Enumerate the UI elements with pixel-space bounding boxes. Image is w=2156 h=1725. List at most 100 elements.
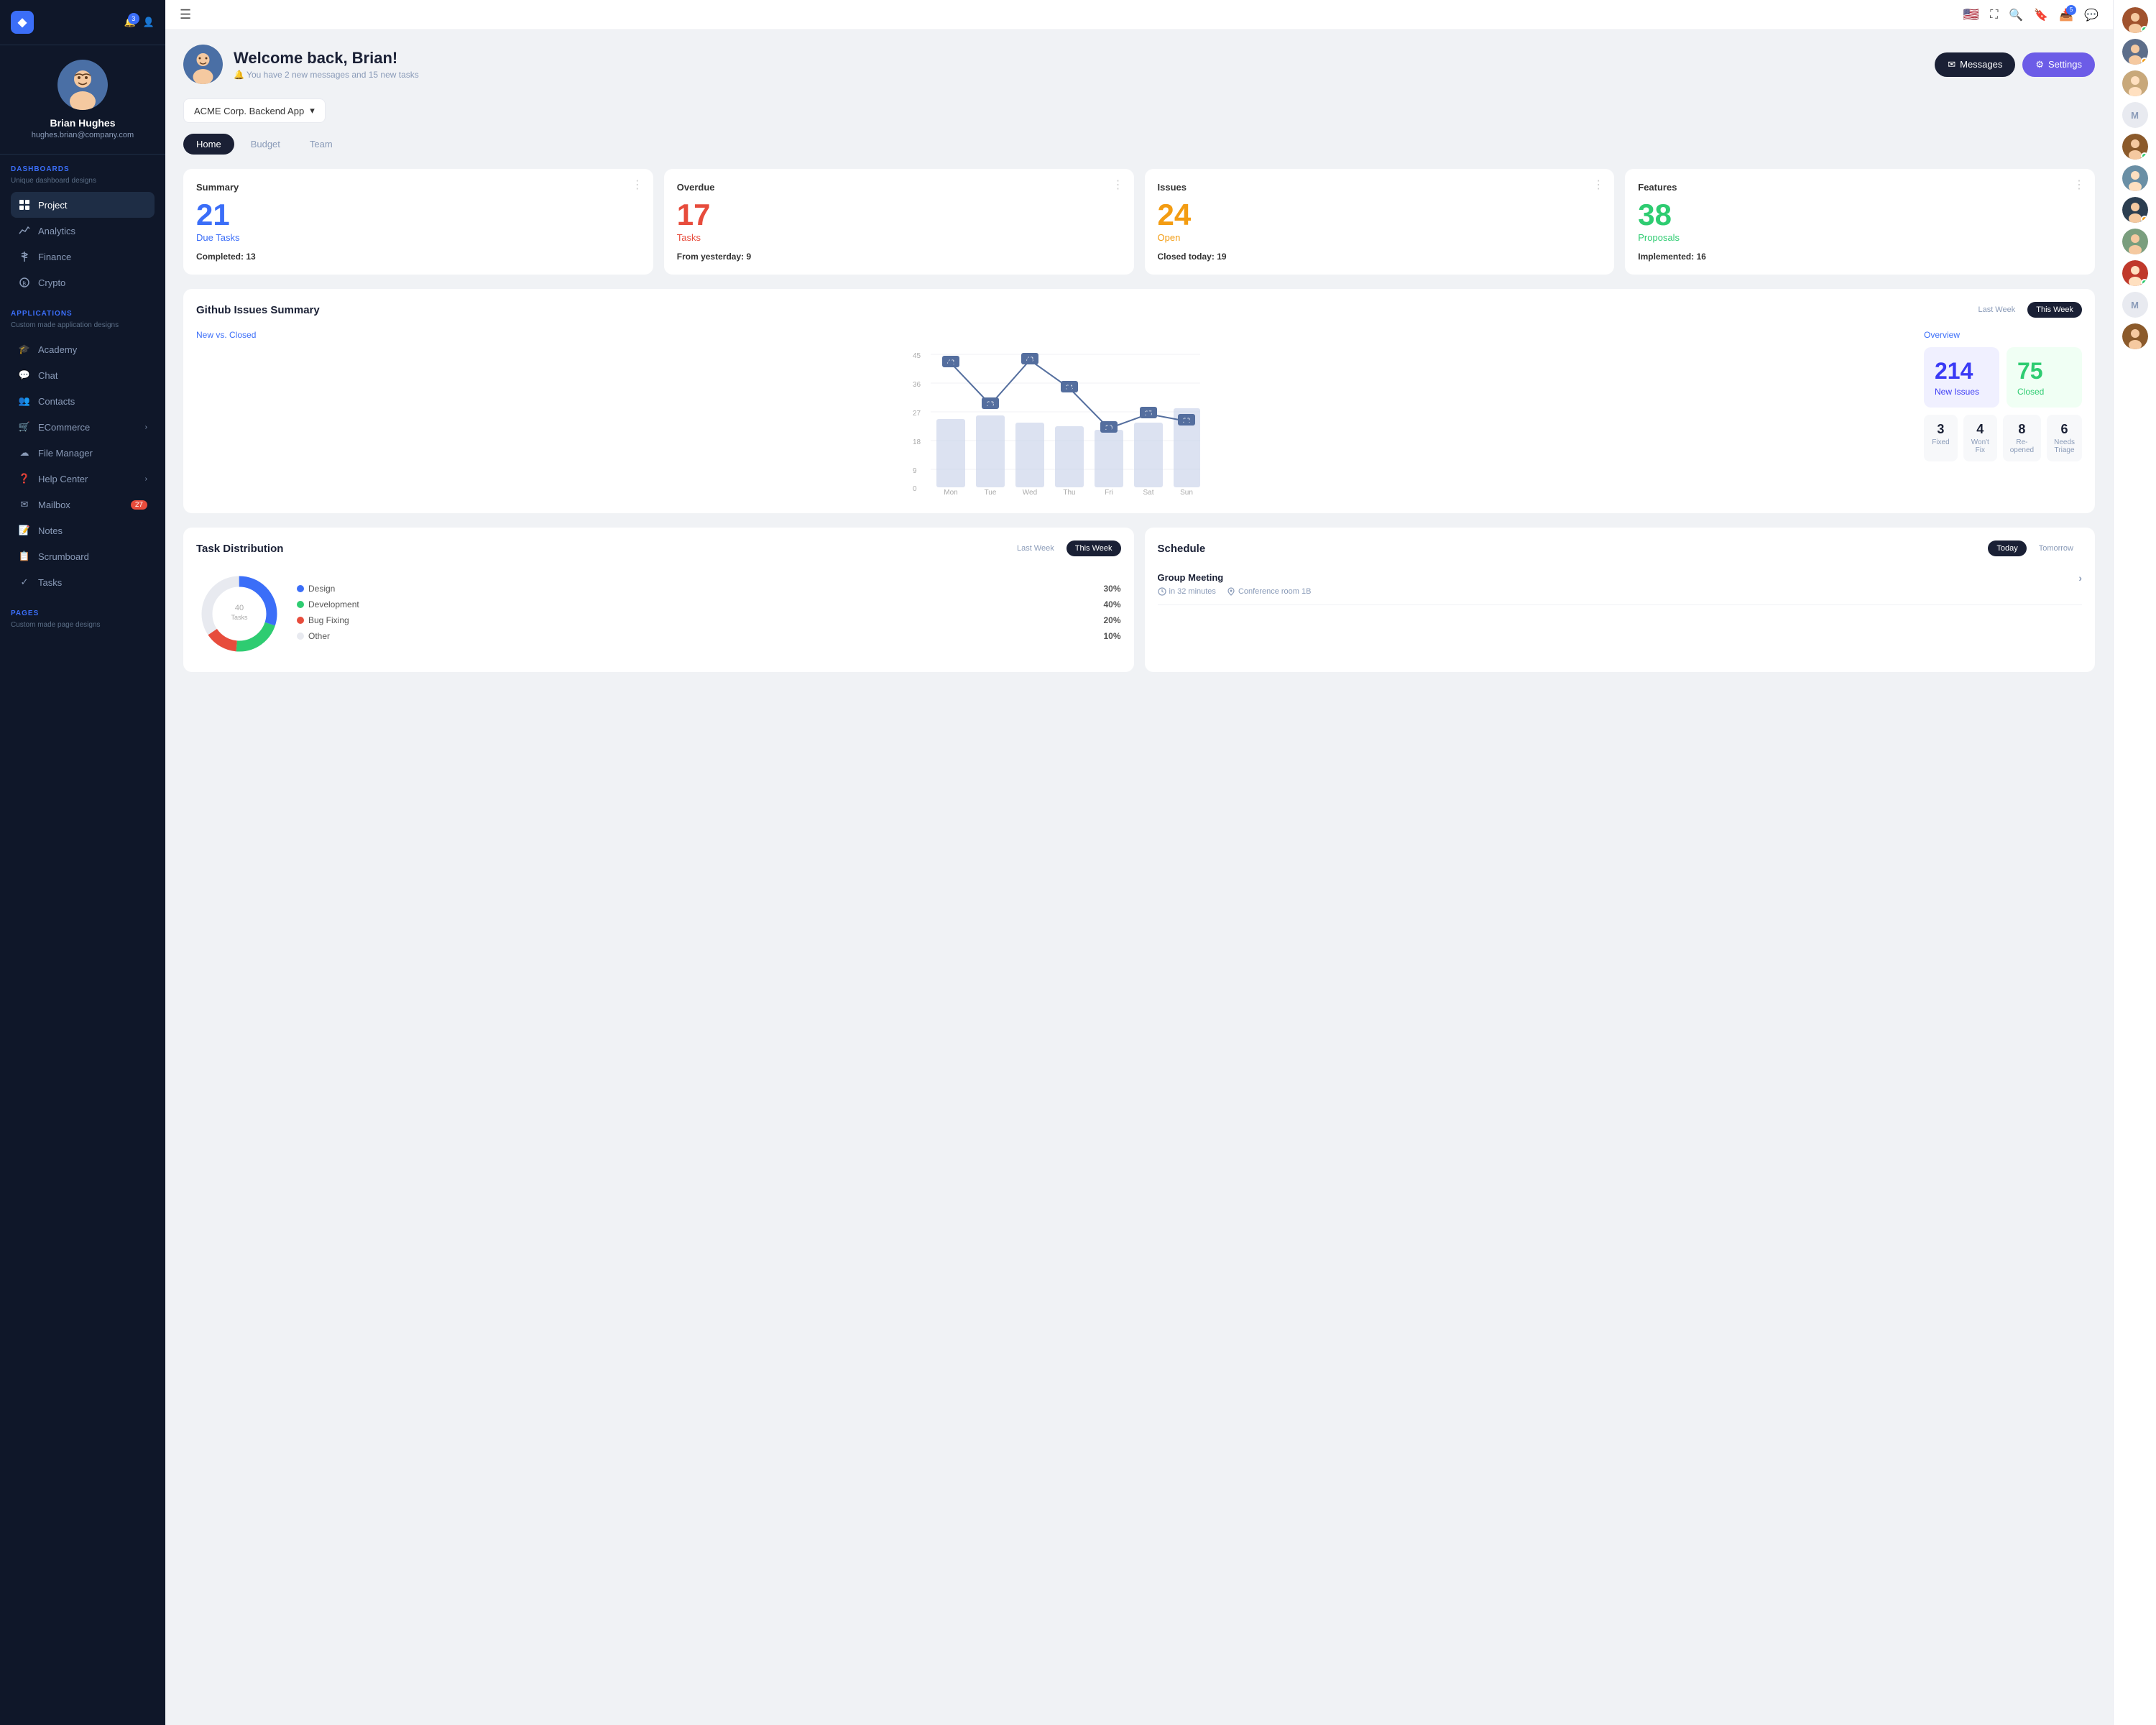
flag-icon[interactable]: 🇺🇸 [1963, 7, 1979, 22]
card-menu-icon[interactable]: ⋮ [1593, 178, 1606, 192]
task-dist-title: Task Distribution [196, 543, 283, 555]
right-panel: M M [2113, 0, 2156, 1725]
this-week-button[interactable]: This Week [2027, 302, 2082, 318]
legend-item-design: Design 30% [297, 584, 1121, 594]
stat-number: 17 [677, 200, 1121, 230]
svg-text:45: 45 [913, 352, 921, 360]
stat-number: 24 [1158, 200, 1602, 230]
crypto-icon: ₿ [18, 276, 31, 289]
rp-avatar-3[interactable] [2122, 70, 2148, 96]
card-menu-icon[interactable]: ⋮ [632, 178, 645, 192]
sidebar: ◆ 🔔 3 👤 Brian Hughes hughes.brian@compan… [0, 0, 165, 1725]
sidebar-item-ecommerce[interactable]: 🛒 ECommerce › [11, 414, 155, 440]
tab-home[interactable]: Home [183, 134, 234, 155]
messages-icon[interactable]: 💬 [2084, 8, 2099, 22]
task-last-week-button[interactable]: Last Week [1008, 540, 1063, 556]
sidebar-top-icons: 🔔 3 👤 [124, 17, 155, 28]
svg-text:27: 27 [913, 410, 921, 418]
sidebar-item-label: Notes [38, 525, 63, 536]
legend-value: 10% [1103, 631, 1120, 641]
user-name: Brian Hughes [11, 117, 155, 129]
stat-label: Proposals [1638, 232, 2082, 243]
github-inner: New vs. Closed 45 36 27 18 9 0 [196, 328, 2082, 500]
sidebar-item-analytics[interactable]: Analytics [11, 218, 155, 244]
rp-avatar-5[interactable] [2122, 165, 2148, 191]
last-week-button[interactable]: Last Week [1969, 302, 2024, 318]
sidebar-item-crypto[interactable]: ₿ Crypto [11, 270, 155, 295]
academy-icon: 🎓 [18, 343, 31, 356]
schedule-item: Group Meeting › in 32 minutes Conference… [1158, 564, 2083, 605]
sidebar-item-contacts[interactable]: 👥 Contacts [11, 388, 155, 414]
rp-avatar-2[interactable] [2122, 39, 2148, 65]
schedule-item-title: Group Meeting › [1158, 572, 2083, 584]
bookmark-icon[interactable]: 🔖 [2034, 8, 2048, 22]
search-icon[interactable]: 🔍 [2009, 8, 2023, 22]
sidebar-item-scrumboard[interactable]: 📋 Scrumboard [11, 543, 155, 569]
welcome-title: Welcome back, Brian! [234, 49, 419, 68]
rp-avatar-placeholder-1[interactable]: M [2122, 102, 2148, 128]
card-menu-icon[interactable]: ⋮ [2073, 178, 2086, 192]
project-selector[interactable]: ACME Corp. Backend App ▾ [183, 98, 326, 123]
sidebar-item-mailbox[interactable]: ✉ Mailbox 27 [11, 492, 155, 518]
week-toggle: Last Week This Week [1969, 302, 2082, 318]
task-dist-chart: 40 Tasks [196, 571, 282, 659]
sidebar-item-chat[interactable]: 💬 Chat [11, 362, 155, 388]
sidebar-item-finance[interactable]: Finance [11, 244, 155, 270]
sidebar-item-notes[interactable]: 📝 Notes [11, 518, 155, 543]
tab-team[interactable]: Team [297, 134, 346, 155]
status-dot [2141, 58, 2148, 65]
gear-icon: ⚙ [2035, 59, 2044, 70]
pages-label: PAGES [11, 610, 155, 617]
tasks-icon: ✓ [18, 576, 31, 589]
menu-icon[interactable]: ☰ [180, 7, 191, 22]
rp-avatar-7[interactable] [2122, 229, 2148, 254]
notifications-badge: 3 [128, 13, 139, 24]
welcome-subtitle: 🔔 You have 2 new messages and 15 new tas… [234, 70, 419, 80]
stat-title: Overdue [677, 182, 1121, 193]
sidebar-item-project[interactable]: Project [11, 192, 155, 218]
task-this-week-button[interactable]: This Week [1067, 540, 1121, 556]
welcome-header: Welcome back, Brian! 🔔 You have 2 new me… [183, 45, 2095, 84]
sub-stat-triage: 6 Needs Triage [2047, 415, 2082, 461]
card-menu-icon[interactable]: ⋮ [1112, 178, 1125, 192]
page-tabs: Home Budget Team [183, 134, 2095, 155]
rp-avatar-placeholder-2[interactable]: M [2122, 292, 2148, 318]
notifications-icon[interactable]: 🔔 3 [124, 17, 136, 28]
user-icon[interactable]: 👤 [143, 17, 155, 28]
stat-sub: Closed today: 19 [1158, 252, 1602, 262]
sidebar-item-label: Project [38, 200, 67, 211]
fullscreen-icon[interactable]: ⛶ [1990, 9, 1998, 22]
messages-button[interactable]: ✉ Messages [1935, 52, 2015, 77]
welcome-text: Welcome back, Brian! 🔔 You have 2 new me… [234, 49, 419, 80]
project-selector-label: ACME Corp. Backend App [194, 106, 304, 116]
sidebar-item-academy[interactable]: 🎓 Academy [11, 336, 155, 362]
legend-item-bugs: Bug Fixing 20% [297, 615, 1121, 625]
tab-budget[interactable]: Budget [238, 134, 293, 155]
rp-avatar-6[interactable] [2122, 197, 2148, 223]
inbox-icon[interactable]: 📥 5 [2059, 8, 2073, 22]
sidebar-item-filemanager[interactable]: ☁ File Manager [11, 440, 155, 466]
settings-button[interactable]: ⚙ Settings [2022, 52, 2095, 77]
rp-avatar-1[interactable] [2122, 7, 2148, 33]
rp-avatar-4[interactable] [2122, 134, 2148, 160]
rp-avatar-8[interactable] [2122, 260, 2148, 286]
analytics-icon [18, 224, 31, 237]
sub-stat-number: 6 [2054, 422, 2075, 437]
sidebar-item-tasks[interactable]: ✓ Tasks [11, 569, 155, 595]
tomorrow-button[interactable]: Tomorrow [2030, 540, 2082, 556]
content-area: Welcome back, Brian! 🔔 You have 2 new me… [165, 30, 2113, 1725]
dashboards-sub: Unique dashboard designs [11, 177, 155, 185]
chevron-right-icon: › [145, 423, 147, 431]
github-chart-svg: 45 36 27 18 9 0 [196, 340, 1909, 498]
pages-section: PAGES Custom made page designs [0, 599, 165, 640]
sidebar-item-helpcenter[interactable]: ❓ Help Center › [11, 466, 155, 492]
chevron-right-icon[interactable]: › [2078, 572, 2082, 584]
new-issues-label: New Issues [1935, 387, 1989, 397]
today-button[interactable]: Today [1988, 540, 2026, 556]
svg-text:Fri: Fri [1105, 489, 1113, 497]
rp-avatar-9[interactable] [2122, 323, 2148, 349]
sub-stat-number: 3 [1931, 422, 1950, 437]
stat-title: Features [1638, 182, 2082, 193]
task-distribution-card: Task Distribution Last Week This Week 40… [183, 528, 1134, 672]
legend-item-other: Other 10% [297, 631, 1121, 641]
